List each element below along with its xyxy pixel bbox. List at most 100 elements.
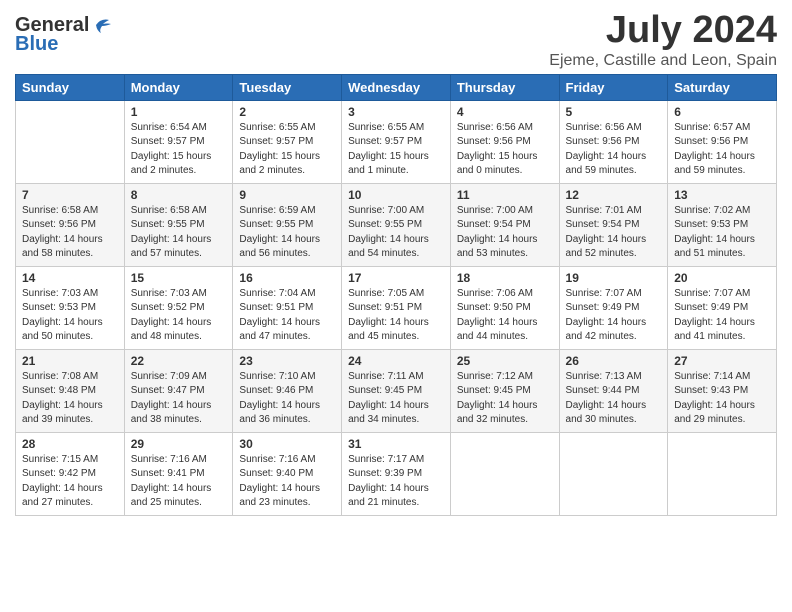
day-number: 9 bbox=[239, 188, 335, 202]
day-info: Sunrise: 7:04 AMSunset: 9:51 PMDaylight:… bbox=[239, 287, 335, 345]
day-number: 12 bbox=[566, 188, 662, 202]
month-title: July 2024 bbox=[549, 10, 777, 52]
calendar-cell: 11 Sunrise: 7:00 AMSunset: 9:54 PMDayligh… bbox=[450, 183, 559, 266]
day-info: Sunrise: 6:57 AMSunset: 9:56 PMDaylight:… bbox=[674, 121, 770, 179]
day-number: 14 bbox=[22, 271, 118, 285]
calendar-cell: 4Sunrise: 6:56 AMSunset: 9:56 PMDaylight… bbox=[450, 100, 559, 183]
calendar-week-row: 1Sunrise: 6:54 AMSunset: 9:57 PMDaylight… bbox=[16, 100, 777, 183]
day-number: 25 bbox=[457, 354, 553, 368]
calendar-cell: 29 Sunrise: 7:16 AMSunset: 9:41 PMDayligh… bbox=[124, 432, 233, 515]
calendar-cell bbox=[450, 432, 559, 515]
calendar-cell: 6 Sunrise: 6:57 AMSunset: 9:56 PMDaylight… bbox=[668, 100, 777, 183]
day-info: Sunrise: 7:06 AMSunset: 9:50 PMDaylight:… bbox=[457, 287, 553, 345]
day-info: Sunrise: 7:17 AMSunset: 9:39 PMDaylight:… bbox=[348, 453, 444, 511]
calendar-cell: 21Sunrise: 7:08 AMSunset: 9:48 PMDayligh… bbox=[16, 349, 125, 432]
calendar-week-row: 21Sunrise: 7:08 AMSunset: 9:48 PMDayligh… bbox=[16, 349, 777, 432]
calendar-cell: 23 Sunrise: 7:10 AMSunset: 9:46 PMDayligh… bbox=[233, 349, 342, 432]
day-info: Sunrise: 7:02 AMSunset: 9:53 PMDaylight:… bbox=[674, 204, 770, 262]
calendar-cell: 16 Sunrise: 7:04 AMSunset: 9:51 PMDayligh… bbox=[233, 266, 342, 349]
calendar-cell bbox=[559, 432, 668, 515]
day-number: 19 bbox=[566, 271, 662, 285]
calendar-cell: 28Sunrise: 7:15 AMSunset: 9:42 PMDayligh… bbox=[16, 432, 125, 515]
weekday-header: Tuesday bbox=[233, 74, 342, 100]
day-number: 17 bbox=[348, 271, 444, 285]
day-number: 30 bbox=[239, 437, 335, 451]
day-info: Sunrise: 7:13 AMSunset: 9:44 PMDaylight:… bbox=[566, 370, 662, 428]
weekday-header: Monday bbox=[124, 74, 233, 100]
day-info: Sunrise: 7:07 AMSunset: 9:49 PMDaylight:… bbox=[674, 287, 770, 345]
day-info: Sunrise: 6:55 AMSunset: 9:57 PMDaylight:… bbox=[239, 121, 335, 179]
calendar-cell: 22Sunrise: 7:09 AMSunset: 9:47 PMDayligh… bbox=[124, 349, 233, 432]
day-number: 6 bbox=[674, 105, 770, 119]
weekday-header: Friday bbox=[559, 74, 668, 100]
logo-bird-icon bbox=[91, 16, 113, 34]
calendar-cell bbox=[668, 432, 777, 515]
day-info: Sunrise: 7:00 AMSunset: 9:55 PMDaylight:… bbox=[348, 204, 444, 262]
calendar-cell: 1Sunrise: 6:54 AMSunset: 9:57 PMDaylight… bbox=[124, 100, 233, 183]
day-number: 3 bbox=[348, 105, 444, 119]
day-info: Sunrise: 7:01 AMSunset: 9:54 PMDaylight:… bbox=[566, 204, 662, 262]
page-header: General Blue July 2024 Ejeme, Castille a… bbox=[15, 10, 777, 70]
calendar-cell: 12 Sunrise: 7:01 AMSunset: 9:54 PMDayligh… bbox=[559, 183, 668, 266]
weekday-header: Saturday bbox=[668, 74, 777, 100]
day-number: 11 bbox=[457, 188, 553, 202]
day-number: 18 bbox=[457, 271, 553, 285]
day-info: Sunrise: 6:56 AMSunset: 9:56 PMDaylight:… bbox=[566, 121, 662, 179]
day-number: 26 bbox=[566, 354, 662, 368]
calendar-cell: 25Sunrise: 7:12 AMSunset: 9:45 PMDayligh… bbox=[450, 349, 559, 432]
calendar-week-row: 28Sunrise: 7:15 AMSunset: 9:42 PMDayligh… bbox=[16, 432, 777, 515]
day-info: Sunrise: 7:08 AMSunset: 9:48 PMDaylight:… bbox=[22, 370, 118, 428]
calendar-week-row: 7Sunrise: 6:58 AMSunset: 9:56 PMDaylight… bbox=[16, 183, 777, 266]
day-info: Sunrise: 7:15 AMSunset: 9:42 PMDaylight:… bbox=[22, 453, 118, 511]
logo-blue-text: Blue bbox=[15, 33, 58, 56]
calendar-cell: 17 Sunrise: 7:05 AMSunset: 9:51 PMDayligh… bbox=[342, 266, 451, 349]
calendar-cell: 8 Sunrise: 6:58 AMSunset: 9:55 PMDaylight… bbox=[124, 183, 233, 266]
day-info: Sunrise: 6:58 AMSunset: 9:56 PMDaylight:… bbox=[22, 204, 118, 262]
weekday-header: Wednesday bbox=[342, 74, 451, 100]
day-number: 24 bbox=[348, 354, 444, 368]
location-title: Ejeme, Castille and Leon, Spain bbox=[549, 52, 777, 70]
day-info: Sunrise: 7:11 AMSunset: 9:45 PMDaylight:… bbox=[348, 370, 444, 428]
calendar-cell: 19 Sunrise: 7:07 AMSunset: 9:49 PMDayligh… bbox=[559, 266, 668, 349]
day-number: 20 bbox=[674, 271, 770, 285]
calendar-cell: 13Sunrise: 7:02 AMSunset: 9:53 PMDayligh… bbox=[668, 183, 777, 266]
day-info: Sunrise: 7:03 AMSunset: 9:53 PMDaylight:… bbox=[22, 287, 118, 345]
calendar-cell: 30Sunrise: 7:16 AMSunset: 9:40 PMDayligh… bbox=[233, 432, 342, 515]
weekday-header: Thursday bbox=[450, 74, 559, 100]
day-number: 23 bbox=[239, 354, 335, 368]
day-number: 8 bbox=[131, 188, 227, 202]
calendar-cell: 15Sunrise: 7:03 AMSunset: 9:52 PMDayligh… bbox=[124, 266, 233, 349]
calendar-cell: 5Sunrise: 6:56 AMSunset: 9:56 PMDaylight… bbox=[559, 100, 668, 183]
calendar-cell: 3 Sunrise: 6:55 AMSunset: 9:57 PMDaylight… bbox=[342, 100, 451, 183]
day-info: Sunrise: 7:07 AMSunset: 9:49 PMDaylight:… bbox=[566, 287, 662, 345]
day-info: Sunrise: 7:05 AMSunset: 9:51 PMDaylight:… bbox=[348, 287, 444, 345]
calendar-table: SundayMondayTuesdayWednesdayThursdayFrid… bbox=[15, 74, 777, 516]
day-number: 31 bbox=[348, 437, 444, 451]
day-number: 2 bbox=[239, 105, 335, 119]
calendar-cell: 27Sunrise: 7:14 AMSunset: 9:43 PMDayligh… bbox=[668, 349, 777, 432]
calendar-cell: 24 Sunrise: 7:11 AMSunset: 9:45 PMDayligh… bbox=[342, 349, 451, 432]
calendar-cell: 10 Sunrise: 7:00 AMSunset: 9:55 PMDayligh… bbox=[342, 183, 451, 266]
calendar-cell bbox=[16, 100, 125, 183]
title-area: July 2024 Ejeme, Castille and Leon, Spai… bbox=[549, 10, 777, 70]
day-info: Sunrise: 6:58 AMSunset: 9:55 PMDaylight:… bbox=[131, 204, 227, 262]
day-info: Sunrise: 7:14 AMSunset: 9:43 PMDaylight:… bbox=[674, 370, 770, 428]
day-number: 16 bbox=[239, 271, 335, 285]
calendar-cell: 7Sunrise: 6:58 AMSunset: 9:56 PMDaylight… bbox=[16, 183, 125, 266]
day-number: 1 bbox=[131, 105, 227, 119]
weekday-header-row: SundayMondayTuesdayWednesdayThursdayFrid… bbox=[16, 74, 777, 100]
day-info: Sunrise: 7:10 AMSunset: 9:46 PMDaylight:… bbox=[239, 370, 335, 428]
calendar-cell: 9 Sunrise: 6:59 AMSunset: 9:55 PMDaylight… bbox=[233, 183, 342, 266]
day-number: 10 bbox=[348, 188, 444, 202]
calendar-cell: 20 Sunrise: 7:07 AMSunset: 9:49 PMDayligh… bbox=[668, 266, 777, 349]
day-info: Sunrise: 6:55 AMSunset: 9:57 PMDaylight:… bbox=[348, 121, 444, 179]
calendar-cell: 14 Sunrise: 7:03 AMSunset: 9:53 PMDayligh… bbox=[16, 266, 125, 349]
day-info: Sunrise: 7:09 AMSunset: 9:47 PMDaylight:… bbox=[131, 370, 227, 428]
calendar-cell: 2 Sunrise: 6:55 AMSunset: 9:57 PMDaylight… bbox=[233, 100, 342, 183]
day-number: 4 bbox=[457, 105, 553, 119]
day-info: Sunrise: 7:00 AMSunset: 9:54 PMDaylight:… bbox=[457, 204, 553, 262]
day-info: Sunrise: 6:59 AMSunset: 9:55 PMDaylight:… bbox=[239, 204, 335, 262]
calendar-cell: 18 Sunrise: 7:06 AMSunset: 9:50 PMDayligh… bbox=[450, 266, 559, 349]
day-info: Sunrise: 7:16 AMSunset: 9:41 PMDaylight:… bbox=[131, 453, 227, 511]
day-number: 29 bbox=[131, 437, 227, 451]
